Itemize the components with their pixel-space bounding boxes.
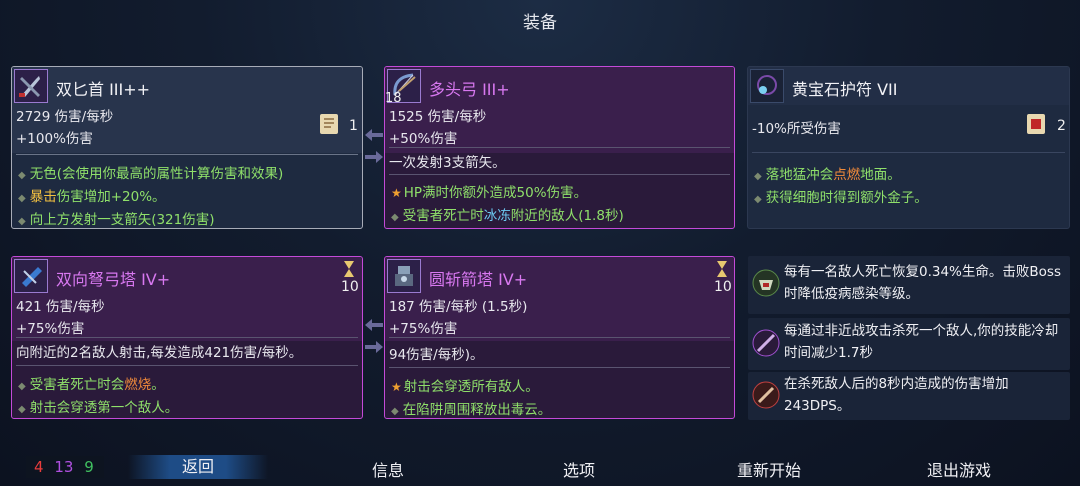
item-description: 向附近的2名敌人射击,每发造成421伤害/每秒。 [16,345,303,361]
divider [16,365,358,366]
item-name: 双匕首 III++ [56,80,151,99]
sweeper-turret-icon [387,259,421,293]
mutation-slot-3[interactable]: 在杀死敌人后的8秒内造成的伤害增加243DPS。 [748,372,1070,420]
item-card-dual-daggers[interactable]: 双匕首 III++ 2729 伤害/每秒 +100%伤害 1 ◆ 无色(会使用你最… [11,66,363,229]
item-dps: 421 伤害/每秒 [16,299,105,315]
options-button[interactable]: 选项 [519,457,639,481]
effect-line: ★ HP满时你额外造成50%伤害。 [391,185,588,201]
damage-mutation-icon [752,381,780,409]
divider [389,174,730,175]
quit-game-button[interactable]: 退出游戏 [899,457,1019,481]
amulet-icon [750,69,784,103]
divider [16,154,358,155]
cooldown-mutation-icon [752,329,780,357]
mutation-slot-1[interactable]: 每有一名敌人死亡恢复0.34%生命。击败Boss时降低疫病感染等级。 [748,256,1070,314]
effect-line: ◆ 受害者死亡时冰冻附近的敌人(1.8秒) [391,208,624,224]
item-damage-bonus: +100%伤害 [16,131,93,147]
item-name: 圆斩箭塔 IV+ [429,270,528,289]
item-card-amulet[interactable]: 黄宝石护符 VII -10%所受伤害 2 ◆ 落地猛冲会点燃地面。 ◆ 获得细胞时得… [747,66,1070,229]
effect-line: ★ 射击会穿透所有敌人。 [391,379,539,395]
scroll-count: 1 [349,118,358,134]
item-name: 多头弓 III+ [429,80,510,99]
heal-mutation-icon [752,269,780,297]
item-card-multi-bow[interactable]: 18 多头弓 III+ 1525 伤害/每秒 +50%伤害 一次发射3支箭矢。 … [384,66,735,229]
item-damage-bonus: +75%伤害 [16,321,85,337]
item-description: 一次发射3支箭矢。 [389,155,506,171]
divider [16,337,358,338]
scroll-stats: 4 13 9 [26,456,104,478]
effect-line: ◆ 无色(会使用你最高的属性计算伤害和效果) [18,166,284,182]
divider [389,367,730,368]
swap-left-arrow-icon[interactable] [363,318,385,332]
item-card-sweeper-turret[interactable]: 圆斩箭塔 IV+ 10 187 伤害/每秒 (1.5秒) +75%伤害 94伤害… [384,256,735,419]
mutation-text: 每通过非近战攻击杀死一个敌人,你的技能冷却时间减少1.7秒 [784,323,1059,361]
cooldown-value: 10 [714,279,732,295]
survival-count: 9 [84,458,94,476]
bottom-menu-bar: 4 13 9 返回 信息 选项 重新开始 退出游戏 [0,448,1080,486]
swap-left-arrow-icon[interactable] [363,128,385,142]
effect-line: ◆ 落地猛冲会点燃地面。 [754,167,901,183]
scroll-icon [1027,114,1045,134]
scroll-count: 2 [1057,118,1066,134]
scroll-icon [320,114,338,134]
cooldown-value: 10 [341,279,359,295]
screen-title: 装备 [523,13,557,33]
hourglass-icon [717,261,727,277]
crossbow-turret-icon [14,259,48,293]
mutation-text: 在杀死敌人后的8秒内造成的伤害增加243DPS。 [784,376,1009,414]
divider [752,152,1065,153]
mutation-slot-2[interactable]: 每通过非近战攻击杀死一个敌人,你的技能冷却时间减少1.7秒 [748,318,1070,370]
effect-line: ◆ 受害者死亡时会燃烧。 [18,377,165,393]
item-dps: 2729 伤害/每秒 [16,109,114,125]
divider [389,337,730,338]
divider [389,147,730,148]
mutation-text: 每有一名敌人死亡恢复0.34%生命。击败Boss时降低疫病感染等级。 [784,264,1061,302]
effect-line: ◆ 在陷阱周围释放出毒云。 [391,402,552,418]
dagger-icon [14,69,48,103]
item-damage-bonus: +75%伤害 [389,321,458,337]
info-button[interactable]: 信息 [328,457,448,481]
effect-line: ◆ 向上方发射一支箭矢(321伤害) [18,212,215,228]
swap-right-arrow-icon[interactable] [363,150,385,164]
restart-button[interactable]: 重新开始 [709,457,829,481]
effect-line: ◆ 获得细胞时得到额外金子。 [754,190,928,206]
effect-line: ◆ 射击会穿透第一个敌人。 [18,400,179,416]
item-dps: 187 伤害/每秒 (1.5秒) [389,299,528,315]
item-name: 双向弩弓塔 IV+ [56,270,171,289]
item-damage-bonus: +50%伤害 [389,131,458,147]
item-card-crossbow-turret[interactable]: 双向弩弓塔 IV+ 10 421 伤害/每秒 +75%伤害 向附近的2名敌人射击… [11,256,363,419]
item-dps: 1525 伤害/每秒 [389,109,487,125]
item-defense: -10%所受伤害 [752,121,841,137]
swap-right-arrow-icon[interactable] [363,340,385,354]
hourglass-icon [344,261,354,277]
tactics-count: 13 [54,458,74,476]
item-description: 94伤害/每秒)。 [389,347,484,363]
effect-line: ◆ 暴击伤害增加+20%。 [18,189,166,205]
item-name: 黄宝石护符 VII [792,80,898,99]
item-level-badge: 18 [385,91,402,106]
brutality-count: 4 [34,458,44,476]
back-button[interactable]: 返回 [128,455,268,479]
